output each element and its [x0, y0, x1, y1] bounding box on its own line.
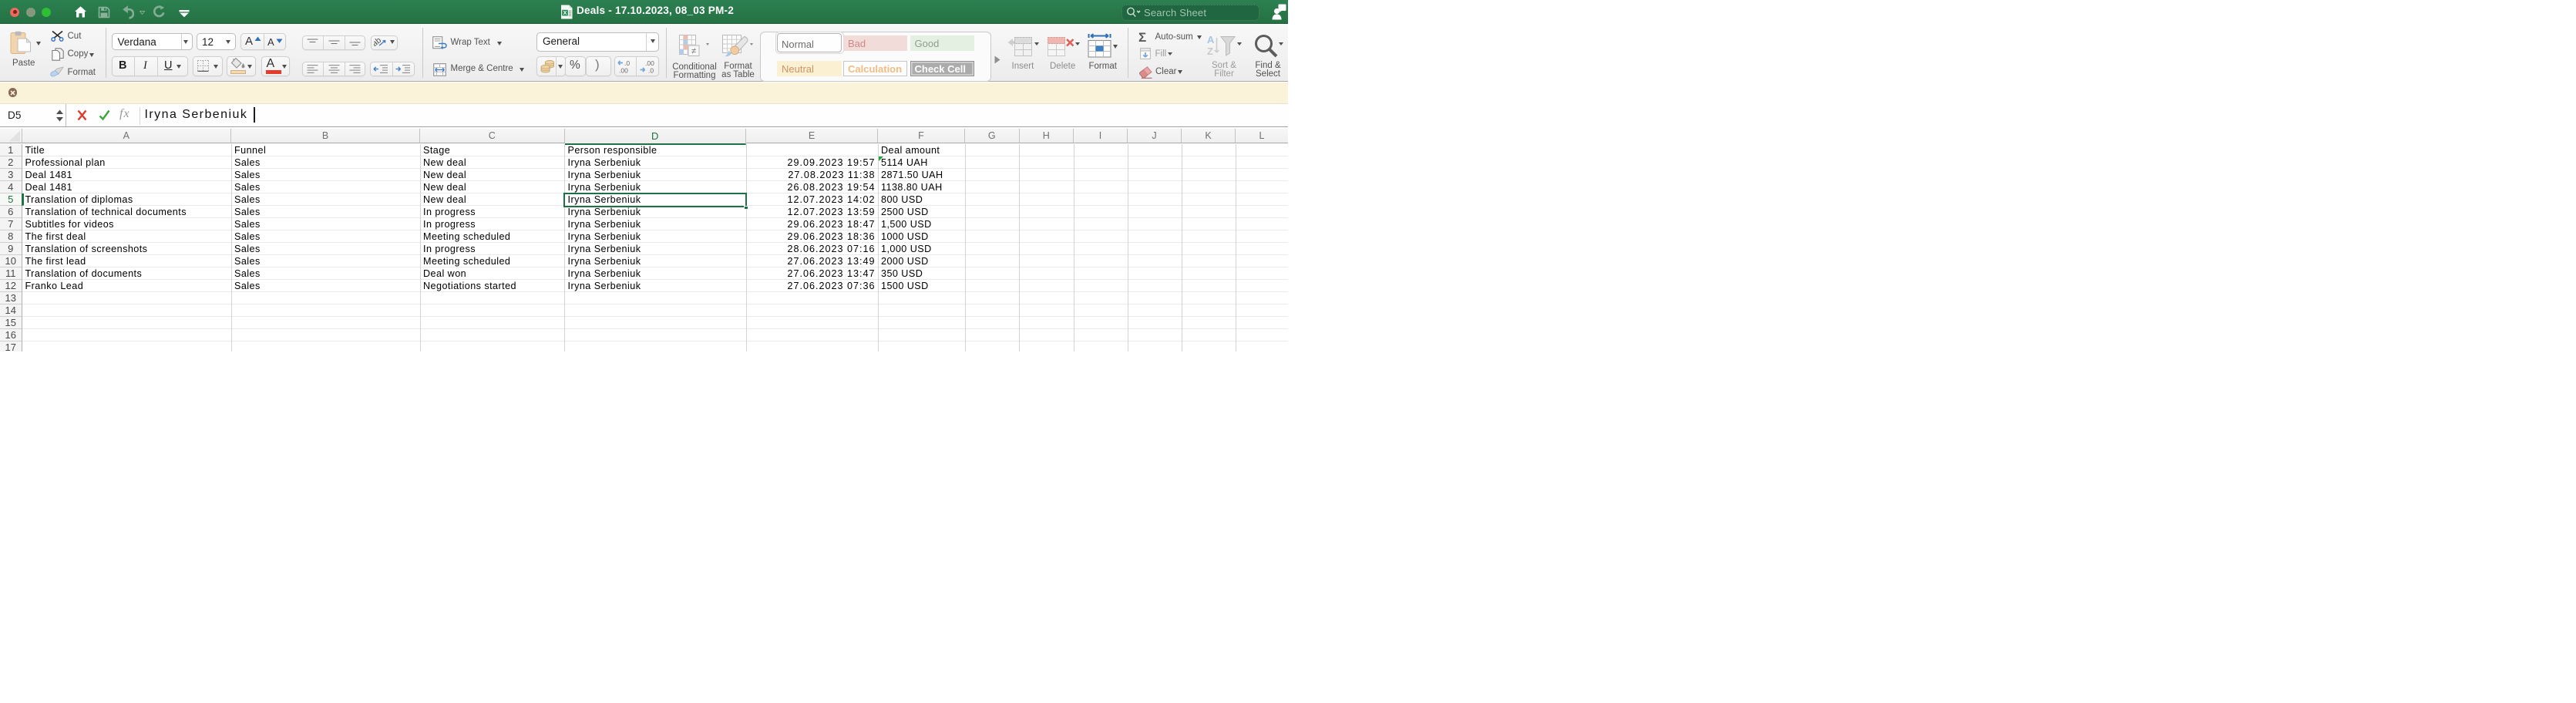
svg-text:≠: ≠ [691, 46, 696, 56]
svg-text:.00: .00 [645, 59, 654, 67]
svg-text:X: X [563, 8, 567, 15]
svg-text:Z: Z [1207, 45, 1213, 57]
svg-text:.0: .0 [648, 66, 654, 74]
svg-text:A: A [1207, 34, 1215, 45]
svg-text:.0: .0 [624, 59, 630, 67]
svg-text:ab: ab [374, 37, 383, 48]
svg-text:.00: .00 [619, 66, 628, 74]
